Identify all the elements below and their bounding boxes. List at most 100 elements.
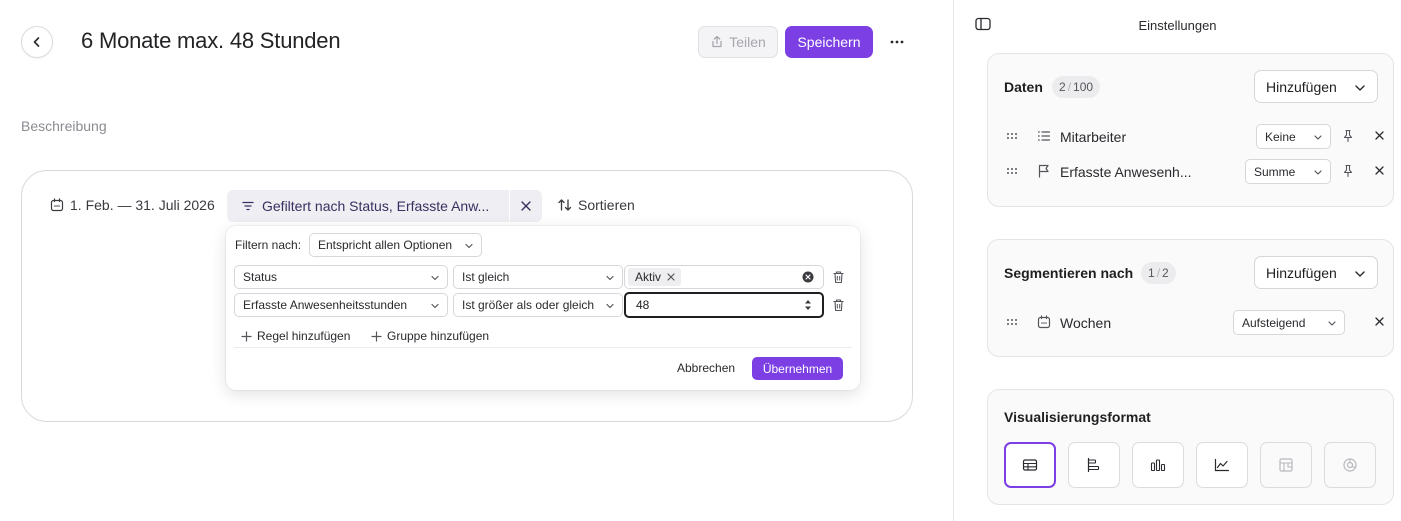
plus-icon [241, 330, 252, 342]
rule-value-multiselect[interactable]: Aktiv [624, 265, 824, 289]
cancel-button[interactable]: Abbrechen [677, 361, 735, 375]
save-button[interactable]: Speichern [785, 26, 873, 58]
share-icon [712, 35, 722, 48]
flag-icon [1038, 164, 1049, 178]
chevron-down-icon [1314, 135, 1322, 140]
back-button[interactable] [21, 26, 53, 58]
plus-icon [371, 330, 382, 342]
data-item: Erfasste Anwesenh... Summe [1004, 159, 1384, 185]
viz-option-donut[interactable] [1324, 442, 1376, 488]
chevron-down-icon [606, 275, 614, 281]
chevron-down-icon [1355, 271, 1365, 277]
section-title: Visualisierungsformat [1004, 409, 1151, 425]
panel-title: Einstellungen [1138, 18, 1217, 33]
close-icon [521, 201, 531, 211]
line-chart-icon [1214, 458, 1230, 472]
data-item-label: Mitarbeiter [1060, 129, 1127, 145]
filter-summary: Gefiltert nach Status, Erfasste Anw... [262, 198, 490, 214]
rule-operator-select[interactable]: Ist gleich [453, 265, 623, 289]
sort-button[interactable]: Sortieren [557, 197, 635, 213]
add-data-button[interactable]: Hinzufügen [1254, 70, 1378, 103]
count-badge: 1/2 [1141, 262, 1176, 284]
pivot-icon [1279, 458, 1293, 472]
viz-option-table[interactable] [1004, 442, 1056, 488]
drag-handle-icon[interactable] [1006, 132, 1018, 140]
viz-option-pivot[interactable] [1260, 442, 1312, 488]
pin-icon[interactable] [1342, 129, 1354, 143]
share-button-label: Teilen [729, 34, 766, 50]
clear-filter-button[interactable] [510, 190, 542, 222]
data-item-label: Erfasste Anwesenh... [1060, 164, 1192, 180]
number-value: 48 [636, 298, 650, 312]
section-title: Segmentieren nach [1004, 265, 1134, 281]
filter-popover: Filtern nach: Entspricht allen Optionen … [226, 226, 860, 390]
data-item: Mitarbeiter Keine [1004, 124, 1384, 150]
rule-field-select[interactable]: Status [234, 265, 448, 289]
sort-label: Sortieren [578, 197, 635, 213]
add-rule-button[interactable]: Regel hinzufügen [241, 329, 350, 343]
horizontal-bar-icon [1087, 457, 1100, 473]
clear-circle-icon[interactable] [802, 271, 814, 283]
filter-icon [242, 201, 254, 211]
list-icon [1037, 131, 1051, 141]
stepper-icon[interactable] [804, 298, 812, 312]
trash-icon[interactable] [832, 298, 845, 312]
page-title[interactable]: 6 Monate max. 48 Stunden [81, 28, 341, 54]
share-button[interactable]: Teilen [698, 26, 778, 58]
chevron-down-icon [1355, 85, 1365, 91]
viz-option-bar-chart[interactable] [1132, 442, 1184, 488]
section-title: Daten [1004, 79, 1043, 95]
pin-icon[interactable] [1342, 164, 1354, 178]
segment-item-label: Wochen [1060, 315, 1112, 331]
date-range-picker[interactable]: 1. Feb. — 31. Juli 2026 [50, 197, 215, 213]
sort-order-select[interactable]: Aufsteigend [1233, 310, 1345, 335]
segment-item: Wochen Aufsteigend [1004, 310, 1384, 336]
aggregation-select[interactable]: Keine [1256, 124, 1331, 149]
visualization-section: Visualisierungsformat [987, 389, 1394, 505]
match-mode-select[interactable]: Entspricht allen Optionen [309, 233, 482, 257]
calendar-icon [1037, 315, 1051, 329]
donut-icon [1343, 458, 1357, 472]
report-editor: 6 Monate max. 48 Stunden Teilen Speicher… [0, 0, 953, 521]
active-filter-chip[interactable]: Gefiltert nach Status, Erfasste Anw... [227, 190, 509, 222]
rule-field-select[interactable]: Erfasste Anwesenheitsstunden [234, 293, 448, 317]
sort-icon [558, 199, 572, 211]
date-range-label: 1. Feb. — 31. Juli 2026 [70, 197, 215, 213]
chevron-down-icon [465, 243, 473, 249]
count-badge: 2/100 [1052, 76, 1101, 98]
chevron-down-icon [431, 275, 439, 281]
chevron-down-icon [1314, 170, 1322, 175]
drag-handle-icon[interactable] [1006, 167, 1018, 175]
apply-button[interactable]: Übernehmen [752, 357, 843, 380]
remove-tag-icon[interactable] [667, 273, 675, 281]
aggregation-select[interactable]: Summe [1245, 159, 1331, 184]
chevron-down-icon [431, 303, 439, 309]
table-icon [1022, 459, 1038, 471]
segment-section: Segmentieren nach 1/2 Hinzufügen Wochen … [987, 239, 1394, 357]
viz-option-line-chart[interactable] [1196, 442, 1248, 488]
bar-chart-icon [1150, 459, 1166, 472]
description-field[interactable]: Beschreibung [21, 118, 107, 134]
close-icon[interactable] [1374, 130, 1385, 141]
data-section: Daten 2/100 Hinzufügen Mitarbeiter Keine… [987, 53, 1394, 207]
visualization-format-options [1004, 442, 1376, 488]
chevron-left-icon [33, 37, 40, 47]
close-icon[interactable] [1374, 316, 1385, 327]
value-tag: Aktiv [628, 268, 682, 286]
more-options-button[interactable] [884, 30, 910, 54]
chevron-down-icon [1328, 321, 1336, 326]
close-icon[interactable] [1374, 165, 1385, 176]
drag-handle-icon[interactable] [1006, 318, 1018, 326]
add-group-button[interactable]: Gruppe hinzufügen [371, 329, 489, 343]
trash-icon[interactable] [832, 270, 845, 284]
settings-panel: Einstellungen Daten 2/100 Hinzufügen Mit… [953, 0, 1401, 521]
viz-option-horizontal-bar[interactable] [1068, 442, 1120, 488]
more-horizontal-icon [890, 40, 904, 44]
rule-value-number-input[interactable]: 48 [624, 292, 824, 318]
rule-operator-select[interactable]: Ist größer als oder gleich [453, 293, 623, 317]
filter-by-label: Filtern nach: [235, 238, 302, 252]
chevron-down-icon [606, 303, 614, 309]
divider [234, 347, 852, 348]
add-segment-button[interactable]: Hinzufügen [1254, 256, 1378, 289]
calendar-icon [50, 198, 64, 212]
